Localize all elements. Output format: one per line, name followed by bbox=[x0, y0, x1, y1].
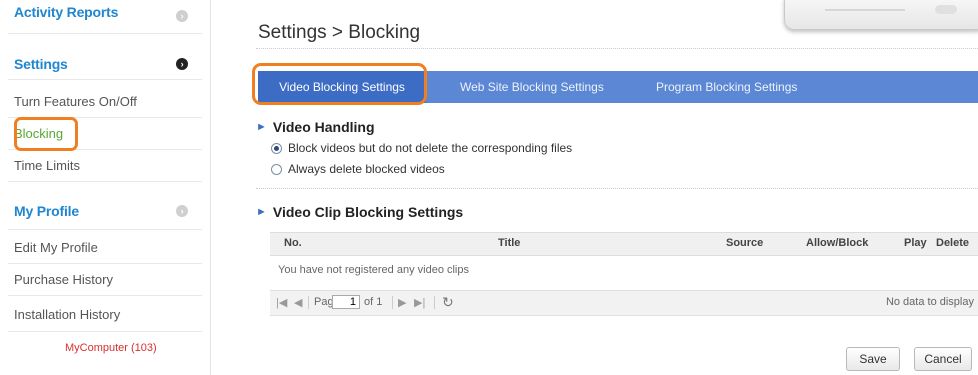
sidebar-item-label: Edit My Profile bbox=[14, 240, 98, 255]
sidebar-item-turn-features[interactable]: Turn Features On/Off bbox=[8, 86, 202, 118]
page-of-label: of 1 bbox=[364, 296, 383, 308]
sidebar-item-edit-profile[interactable]: Edit My Profile bbox=[8, 232, 202, 264]
tab-website-blocking[interactable]: Web Site Blocking Settings bbox=[460, 71, 604, 103]
radio-block-videos[interactable]: Block videos but do not delete the corre… bbox=[271, 141, 572, 155]
sidebar-item-label: Turn Features On/Off bbox=[14, 94, 137, 109]
radio-label: Block videos but do not delete the corre… bbox=[288, 141, 573, 155]
sidebar: Activity Reports › Settings › Turn Featu… bbox=[0, 0, 211, 375]
column-header-source[interactable]: Source bbox=[726, 237, 763, 249]
chevron-right-icon: ► bbox=[256, 206, 267, 218]
table-header: No. Title Source Allow/Block Play Delete bbox=[270, 232, 978, 256]
pager: |◀ ◀ Page of 1 ▶ ▶| ↻ No data to display bbox=[270, 290, 978, 316]
column-header-title[interactable]: Title bbox=[498, 237, 520, 249]
device-image bbox=[784, 0, 978, 30]
title-divider bbox=[256, 48, 978, 49]
sidebar-activity-reports-label: Activity Reports bbox=[14, 4, 119, 20]
video-handling-heading: ► Video Handling bbox=[256, 119, 375, 135]
chevron-right-icon: › bbox=[176, 10, 188, 22]
sidebar-my-profile[interactable]: My Profile › bbox=[8, 192, 202, 230]
sidebar-item-label: Time Limits bbox=[14, 158, 80, 173]
radio-label: Always delete blocked videos bbox=[288, 162, 445, 176]
page-number-input[interactable] bbox=[332, 295, 360, 309]
column-header-allow-block[interactable]: Allow/Block bbox=[806, 237, 868, 249]
empty-table-message: You have not registered any video clips bbox=[278, 264, 469, 276]
clip-settings-title: Video Clip Blocking Settings bbox=[272, 204, 464, 220]
sidebar-my-profile-label: My Profile bbox=[14, 202, 79, 219]
radio-unselected-icon bbox=[271, 163, 282, 175]
chevron-right-icon: › bbox=[176, 204, 188, 217]
page-title: Settings > Blocking bbox=[258, 22, 421, 43]
save-button[interactable]: Save bbox=[846, 347, 900, 371]
sidebar-settings-label: Settings bbox=[14, 55, 68, 72]
tab-label: Web Site Blocking Settings bbox=[460, 80, 604, 94]
prev-page-icon[interactable]: ◀ bbox=[294, 296, 302, 309]
radio-selected-icon bbox=[271, 142, 282, 154]
next-page-icon[interactable]: ▶ bbox=[398, 296, 406, 309]
cancel-button[interactable]: Cancel bbox=[914, 347, 972, 371]
first-page-icon[interactable]: |◀ bbox=[276, 296, 287, 309]
tab-label: Program Blocking Settings bbox=[656, 80, 798, 94]
sidebar-settings[interactable]: Settings › bbox=[8, 48, 202, 80]
refresh-icon[interactable]: ↻ bbox=[442, 294, 454, 311]
pager-status: No data to display bbox=[885, 296, 974, 308]
clip-settings-heading: ► Video Clip Blocking Settings bbox=[256, 204, 463, 220]
chevron-right-icon: ► bbox=[256, 121, 267, 133]
section-divider bbox=[256, 188, 978, 189]
sidebar-activity-reports[interactable]: Activity Reports › bbox=[8, 0, 202, 34]
computer-link[interactable]: MyComputer (103) bbox=[65, 342, 157, 354]
column-header-delete[interactable]: Delete bbox=[936, 237, 969, 249]
sidebar-item-time-limits[interactable]: Time Limits bbox=[8, 150, 202, 182]
tab-program-blocking[interactable]: Program Blocking Settings bbox=[656, 71, 797, 103]
column-header-no[interactable]: No. bbox=[284, 237, 302, 249]
column-header-play[interactable]: Play bbox=[904, 237, 927, 249]
last-page-icon[interactable]: ▶| bbox=[414, 296, 425, 309]
sidebar-item-label: Purchase History bbox=[14, 272, 113, 287]
radio-always-delete[interactable]: Always delete blocked videos bbox=[271, 162, 445, 176]
sidebar-item-purchase-history[interactable]: Purchase History bbox=[8, 264, 202, 296]
video-handling-title: Video Handling bbox=[272, 119, 375, 135]
sidebar-item-label: Installation History bbox=[14, 307, 121, 322]
sidebar-item-installation-history[interactable]: Installation History bbox=[8, 298, 202, 332]
blocking-highlight bbox=[14, 117, 78, 151]
tab-highlight bbox=[252, 63, 427, 105]
chevron-down-icon: › bbox=[176, 57, 188, 70]
